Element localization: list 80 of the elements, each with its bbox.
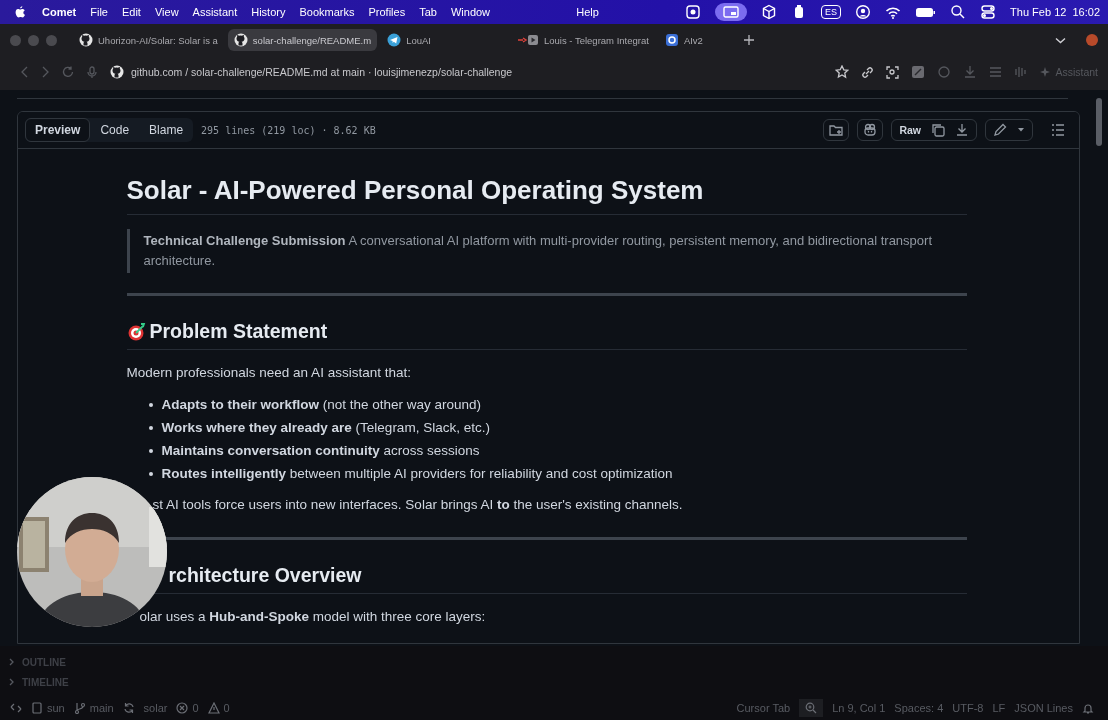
view-tab[interactable]: Blame — [139, 118, 194, 142]
scan-icon[interactable] — [886, 65, 900, 79]
copy-icon[interactable] — [931, 123, 945, 137]
github-icon — [110, 65, 124, 79]
search-icon[interactable] — [950, 4, 967, 20]
status-icon[interactable] — [685, 4, 702, 20]
readme-title: Solar - AI-Powered Personal Operating System — [126, 175, 967, 215]
list-item-text: Adapts to their workflow (not the other way around) — [161, 396, 482, 414]
menu-item[interactable]: Bookmarks — [299, 6, 355, 18]
menu-item[interactable]: Window — [450, 6, 491, 18]
browser-tab[interactable]: Uhorizon-AI/Solar: Solar is a — [73, 29, 224, 51]
menu-item[interactable]: Help — [576, 6, 599, 18]
bullet-icon — [148, 448, 153, 453]
app-menu[interactable]: Comet — [42, 6, 77, 18]
control-center-icon[interactable] — [980, 4, 997, 20]
chevron-down-icon[interactable] — [1055, 36, 1066, 44]
menu-item[interactable]: Edit — [121, 6, 141, 18]
download-icon[interactable] — [955, 123, 969, 137]
chevron-icon — [8, 678, 16, 686]
github-icon — [233, 33, 248, 47]
chevron-icon — [8, 658, 16, 666]
bullet-icon — [148, 425, 153, 430]
folder-button[interactable] — [823, 119, 850, 141]
section-heading: Problem Statement — [149, 320, 328, 343]
clock[interactable]: Thu Feb 12 16:02 — [1010, 6, 1100, 18]
list-item-text: Maintains conversation continuity across sessions — [161, 442, 480, 460]
github-icon — [79, 33, 93, 47]
play-icon — [516, 33, 539, 47]
error-icon — [176, 702, 189, 714]
bullet-icon — [148, 402, 153, 407]
star-icon[interactable] — [835, 65, 850, 79]
copilot-button[interactable] — [857, 119, 884, 141]
menu-item[interactable]: View — [154, 6, 179, 18]
display-icon — [723, 5, 740, 19]
quote-text: Technical Challenge Submission A conversational AI platform with multi-provider routing, persistent memory, and bidirectional transport architecture. — [143, 232, 933, 270]
list-item-text: Routes intelligently between multiple AI providers for reliability and cost optimization — [161, 465, 673, 483]
paragraph: st AI tools force users into new interfaces. Solar brings AI to the user's existing channels. — [151, 496, 684, 514]
screen-share-icon[interactable] — [715, 3, 748, 21]
sync-icon[interactable] — [122, 702, 135, 714]
bell-icon[interactable] — [1082, 702, 1094, 714]
bullet-icon — [148, 471, 153, 476]
extension-icon[interactable] — [911, 65, 926, 79]
menu-item[interactable]: Tab — [419, 6, 437, 18]
app-icon — [664, 33, 679, 47]
menu-item[interactable]: File — [90, 6, 108, 18]
warning-icon — [207, 702, 220, 714]
cube-icon[interactable] — [761, 4, 778, 20]
link-icon[interactable] — [861, 65, 875, 79]
view-tab[interactable]: Code — [90, 118, 140, 142]
browser-tab[interactable]: LouAI — [381, 29, 437, 51]
list-item-text: Works where they already are (Telegram, Slack, etc.) — [161, 419, 490, 437]
branch-icon — [73, 702, 86, 714]
browser-tab[interactable]: solar-challenge/README.m — [227, 29, 378, 51]
zoom-button[interactable] — [799, 699, 824, 717]
browser-tab[interactable]: AIv2 — [658, 29, 709, 51]
paragraph: Modern professionals need an AI assistant that: — [126, 364, 412, 382]
raw-button[interactable]: Raw — [899, 124, 921, 136]
paragraph: olar uses a Hub-and-Spoke model with three core layers: — [138, 608, 487, 626]
menu-item[interactable]: Assistant — [192, 6, 238, 18]
input-source-indicator[interactable]: ES — [821, 5, 842, 19]
pencil-icon[interactable] — [993, 123, 1007, 137]
file-icon — [31, 702, 43, 714]
menu-item[interactable]: Profiles — [368, 6, 406, 18]
url-field[interactable]: github.com / solar-challenge/README.md at main · louisjimenezp/solar-challenge — [110, 65, 513, 79]
plus-icon[interactable] — [742, 34, 755, 46]
browser-tab[interactable]: Louis - Telegram Integrat — [510, 29, 655, 51]
scrollbar-thumb[interactable] — [1096, 98, 1102, 146]
robot-icon — [863, 123, 878, 137]
user-icon[interactable] — [855, 4, 872, 20]
profile-avatar[interactable] — [1086, 34, 1098, 46]
remote-icon[interactable] — [10, 702, 22, 714]
outline-list-icon[interactable] — [1051, 123, 1065, 137]
folder-icon — [829, 123, 844, 137]
file-info: 295 lines (219 loc) · 8.62 KB — [201, 124, 376, 136]
paper-plane-icon — [387, 33, 402, 47]
view-tab[interactable]: Preview — [25, 118, 91, 142]
menu-item[interactable]: History — [251, 6, 286, 18]
zoom-in-icon — [805, 702, 818, 714]
section-heading: rchitecture Overview — [168, 564, 362, 587]
caret-icon[interactable] — [1017, 127, 1025, 133]
